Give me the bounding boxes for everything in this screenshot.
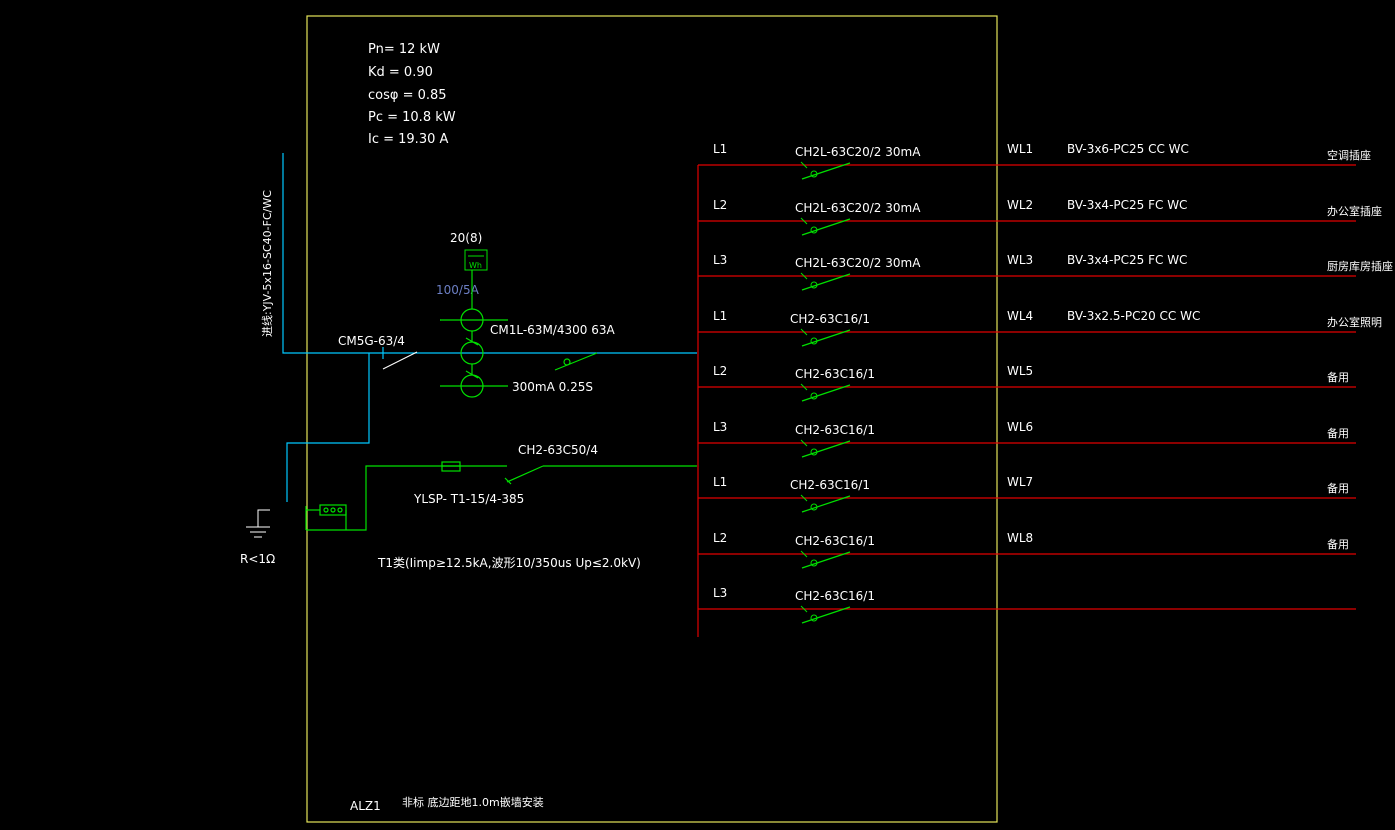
circuit-breaker-label: CH2-63C16/1 bbox=[790, 478, 870, 492]
spd-note: T1类(Iimp≥12.5kA,波形10/350us Up≤2.0kV) bbox=[377, 556, 641, 570]
circuit-row: L3 CH2L-63C20/2 30mA WL3 BV-3x4-PC25 FC WC 厨… bbox=[698, 253, 1393, 291]
circuit-breaker-label: CH2-63C16/1 bbox=[795, 534, 875, 548]
main-breaker-switch bbox=[554, 352, 598, 371]
circuit-row: L1 CH2L-63C20/2 30mA WL1 BV-3x6-PC25 CC WC 空… bbox=[698, 142, 1371, 180]
spd-label: YLSP- T1-15/4-385 bbox=[413, 492, 524, 506]
circuit-row: L2 CH2-63C16/1 WL8 备用 bbox=[698, 531, 1356, 569]
circuit-id: WL7 bbox=[1007, 475, 1033, 489]
isolator-switch bbox=[382, 351, 418, 370]
circuit-phase: L2 bbox=[713, 198, 727, 212]
rcd-label: 300mA 0.25S bbox=[512, 380, 593, 394]
circuit-id: WL6 bbox=[1007, 420, 1033, 434]
outgoing-circuits: L1 CH2L-63C20/2 30mA WL1 BV-3x6-PC25 CC WC 空… bbox=[698, 142, 1393, 624]
circuit-id: WL8 bbox=[1007, 531, 1033, 545]
ground-resistance: R<1Ω bbox=[240, 552, 275, 566]
incoming-cable-label: 进线:YJV-5x16-SC40-FC/WC bbox=[260, 190, 274, 337]
circuit-breaker-label: CH2-63C16/1 bbox=[795, 367, 875, 381]
circuit-breaker-label: CH2L-63C20/2 30mA bbox=[795, 145, 921, 159]
ground-icon bbox=[246, 509, 270, 538]
circuit-row: L2 CH2-63C16/1 WL5 备用 bbox=[698, 364, 1356, 402]
circuit-cable: BV-3x6-PC25 CC WC bbox=[1067, 142, 1189, 156]
circuit-use: 备用 bbox=[1327, 426, 1349, 440]
meter-rating: 20(8) bbox=[450, 231, 482, 245]
circuit-phase: L2 bbox=[713, 364, 727, 378]
circuit-id: WL5 bbox=[1007, 364, 1033, 378]
circuit-breaker-label: CH2-63C16/1 bbox=[795, 423, 875, 437]
circuit-breaker-label: CH2L-63C20/2 30mA bbox=[795, 201, 921, 215]
load-ic: Ic = 19.30 A bbox=[368, 132, 448, 147]
circuit-phase: L3 bbox=[713, 420, 727, 434]
circuit-breaker-label: CH2-63C16/1 bbox=[795, 589, 875, 603]
circuit-use: 厨房库房插座 bbox=[1327, 259, 1393, 273]
circuit-breaker-label: CH2-63C16/1 bbox=[790, 312, 870, 326]
load-kd: Kd = 0.90 bbox=[368, 65, 433, 80]
load-pn: Pn= 12 kW bbox=[368, 42, 440, 57]
circuit-row: L1 CH2-63C16/1 WL7 备用 bbox=[698, 475, 1356, 513]
circuit-row: L3 CH2-63C16/1 WL6 备用 bbox=[698, 420, 1356, 458]
circuit-breaker-label: CH2L-63C20/2 30mA bbox=[795, 256, 921, 270]
circuit-use: 备用 bbox=[1327, 370, 1349, 384]
circuit-id: WL3 bbox=[1007, 253, 1033, 267]
main-breaker-label: CM1L-63M/4300 63A bbox=[490, 323, 615, 337]
circuit-row: L1 CH2-63C16/1 WL4 BV-3x2.5-PC20 CC WC 办公室照明 bbox=[698, 309, 1382, 347]
circuit-use: 办公室插座 bbox=[1327, 204, 1382, 218]
circuit-use: 备用 bbox=[1327, 537, 1349, 551]
circuit-use: 空调插座 bbox=[1327, 148, 1371, 162]
meter-symbol: Wh bbox=[469, 261, 482, 270]
load-cos: cosφ = 0.85 bbox=[368, 88, 447, 103]
spd-breaker-label: CH2-63C50/4 bbox=[518, 443, 598, 457]
circuit-cable: BV-3x2.5-PC20 CC WC bbox=[1067, 309, 1200, 323]
ct-ratio: 100/5A bbox=[436, 283, 480, 297]
circuit-phase: L1 bbox=[713, 475, 727, 489]
circuit-cable: BV-3x4-PC25 FC WC bbox=[1067, 198, 1187, 212]
install-note: 非标 底边距地1.0m嵌墙安装 bbox=[402, 795, 544, 809]
circuit-cable: BV-3x4-PC25 FC WC bbox=[1067, 253, 1187, 267]
circuit-row: L3 CH2-63C16/1 bbox=[698, 586, 1356, 624]
schematic-canvas: Pn= 12 kW Kd = 0.90 cosφ = 0.85 Pc = 10.… bbox=[240, 15, 1393, 823]
circuit-id: WL4 bbox=[1007, 309, 1033, 323]
circuit-phase: L1 bbox=[713, 142, 727, 156]
circuit-phase: L3 bbox=[713, 586, 727, 600]
load-pc: Pc = 10.8 kW bbox=[368, 110, 456, 125]
circuit-id: WL2 bbox=[1007, 198, 1033, 212]
circuit-phase: L2 bbox=[713, 531, 727, 545]
circuit-phase: L3 bbox=[713, 253, 727, 267]
circuit-row: L2 CH2L-63C20/2 30mA WL2 BV-3x4-PC25 FC WC 办… bbox=[698, 198, 1382, 236]
circuit-use: 办公室照明 bbox=[1327, 315, 1382, 329]
isolator-label: CM5G-63/4 bbox=[338, 334, 405, 348]
load-calculation: Pn= 12 kW Kd = 0.90 cosφ = 0.85 Pc = 10.… bbox=[368, 42, 456, 147]
circuit-phase: L1 bbox=[713, 309, 727, 323]
circuit-use: 备用 bbox=[1327, 481, 1349, 495]
circuit-id: WL1 bbox=[1007, 142, 1033, 156]
panel-id: ALZ1 bbox=[350, 799, 381, 813]
